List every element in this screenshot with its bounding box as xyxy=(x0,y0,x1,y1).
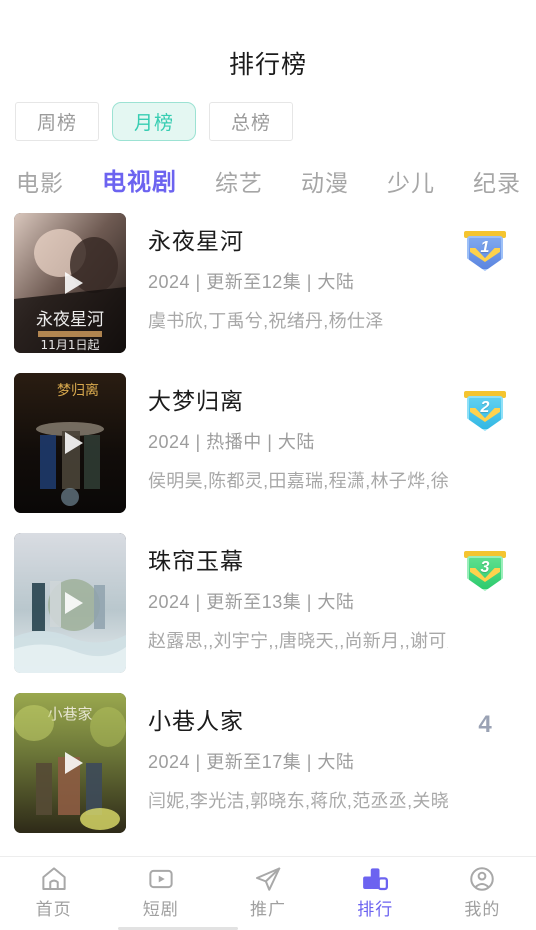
item-info: 珠帘玉幕 2024 | 更新至13集 | 大陆 赵露思,,刘宇宁,,唐晓天,,尚… xyxy=(126,533,448,652)
play-icon xyxy=(65,752,83,774)
item-title: 珠帘玉幕 xyxy=(148,548,244,574)
play-icon xyxy=(65,272,83,294)
home-indicator xyxy=(0,926,536,930)
nav-item-profile-label: 我的 xyxy=(464,899,501,919)
item-title: 小巷人家 xyxy=(148,708,244,734)
item-info: 永夜星河 2024 | 更新至12集 | 大陆 虞书欣,丁禹兮,祝绪丹,杨仕泽 xyxy=(126,213,448,332)
nav-item-ranking-label: 排行 xyxy=(357,899,394,919)
tab-anime[interactable]: 动漫 xyxy=(301,168,349,198)
user-circle-icon xyxy=(470,866,495,891)
period-filter-week[interactable]: 周榜 xyxy=(15,102,99,141)
bottom-navigation-bar: 首页 短剧 推广 排行 我的 xyxy=(0,856,536,930)
list-item[interactable]: 珠帘玉幕 2024 | 更新至13集 | 大陆 赵露思,,刘宇宁,,唐晓天,,尚… xyxy=(0,523,536,683)
item-info: 小巷人家 2024 | 更新至17集 | 大陆 闫妮,李光洁,郭晓东,蒋欣,范丞… xyxy=(126,693,448,812)
rank-indicator: 3 xyxy=(448,533,522,591)
item-title: 永夜星河 xyxy=(148,228,244,254)
tab-documentary[interactable]: 纪录 xyxy=(473,168,521,198)
svg-text:永夜星河: 永夜星河 xyxy=(36,310,104,330)
item-cast: 侯明昊,陈都灵,田嘉瑞,程潇,林子烨,徐振轩,... xyxy=(148,471,448,491)
rank-number: 3 xyxy=(480,559,490,576)
tab-tv-series[interactable]: 电视剧 xyxy=(102,168,177,198)
nav-item-home[interactable]: 首页 xyxy=(0,857,107,930)
period-filter-group: 周榜 月榜 总榜 xyxy=(0,80,536,141)
rank-badge-icon: 3 xyxy=(464,551,506,591)
nav-item-ranking[interactable]: 排行 xyxy=(322,857,429,930)
tab-variety[interactable]: 综艺 xyxy=(215,168,263,198)
bar-chart-icon xyxy=(363,867,389,890)
rank-badge-icon: 2 xyxy=(464,391,506,431)
video-icon xyxy=(149,869,173,888)
item-cast: 闫妮,李光洁,郭晓东,蒋欣,范丞丞,关晓彤,王... xyxy=(148,791,448,811)
home-icon xyxy=(41,866,66,890)
list-item[interactable]: 梦归离 大梦归离 2024 | 热播中 | 大陆 侯明昊,陈都灵,田嘉瑞,程潇,… xyxy=(0,363,536,523)
period-filter-month-label: 月榜 xyxy=(133,113,174,134)
item-meta: 2024 | 热播中 | 大陆 xyxy=(148,432,315,452)
nav-item-promotion[interactable]: 推广 xyxy=(214,857,321,930)
poster-thumbnail[interactable]: 小巷家 xyxy=(14,693,126,833)
nav-item-profile[interactable]: 我的 xyxy=(429,857,536,930)
rank-number: 2 xyxy=(480,399,490,416)
nav-item-short-drama-label: 短剧 xyxy=(142,899,179,919)
rank-number: 1 xyxy=(480,239,490,256)
nav-item-promotion-label: 推广 xyxy=(250,899,286,919)
tab-movie[interactable]: 电影 xyxy=(16,168,64,198)
item-meta: 2024 | 更新至12集 | 大陆 xyxy=(148,272,355,292)
nav-item-short-drama[interactable]: 短剧 xyxy=(107,857,214,930)
item-info: 大梦归离 2024 | 热播中 | 大陆 侯明昊,陈都灵,田嘉瑞,程潇,林子烨,… xyxy=(126,373,448,492)
poster-thumbnail[interactable]: 永夜星河 11月1日起 xyxy=(14,213,126,353)
svg-text:梦归离: 梦归离 xyxy=(57,382,99,399)
item-meta: 2024 | 更新至13集 | 大陆 xyxy=(148,592,355,612)
poster-thumbnail[interactable] xyxy=(14,533,126,673)
item-cast: 赵露思,,刘宇宁,,唐晓天,,尚新月,,谢可寅,,唐... xyxy=(148,631,448,651)
period-filter-total[interactable]: 总榜 xyxy=(209,102,293,141)
svg-text:11月1日起: 11月1日起 xyxy=(41,338,100,352)
tab-kids[interactable]: 少儿 xyxy=(387,168,435,198)
item-title: 大梦归离 xyxy=(148,388,244,414)
rank-indicator: 2 xyxy=(448,373,522,431)
paper-plane-icon xyxy=(256,867,281,891)
svg-text:小巷家: 小巷家 xyxy=(47,705,92,723)
poster-thumbnail[interactable]: 梦归离 xyxy=(14,373,126,513)
rank-indicator: 1 xyxy=(448,213,522,271)
period-filter-week-label: 周榜 xyxy=(36,113,77,134)
play-icon xyxy=(65,592,83,614)
list-item[interactable]: 小巷家 小巷人家 2024 | 更新至17集 | 大陆 闫妮,李光洁,郭晓东,蒋… xyxy=(0,683,536,843)
period-filter-month[interactable]: 月榜 xyxy=(112,102,196,141)
page-title: 排行榜 xyxy=(228,51,307,79)
item-meta: 2024 | 更新至17集 | 大陆 xyxy=(148,752,355,772)
play-icon xyxy=(65,432,83,454)
ranking-list: 永夜星河 11月1日起 永夜星河 2024 | 更新至12集 | 大陆 虞书欣,… xyxy=(0,203,536,843)
category-tab-bar[interactable]: 电影 电视剧 综艺 动漫 少儿 纪录 xyxy=(0,141,536,203)
nav-item-home-label: 首页 xyxy=(35,899,72,919)
rank-number: 4 xyxy=(478,711,492,738)
period-filter-total-label: 总榜 xyxy=(230,113,271,134)
rank-indicator: 4 xyxy=(448,693,522,739)
item-cast: 虞书欣,丁禹兮,祝绪丹,杨仕泽 xyxy=(148,311,384,331)
list-item[interactable]: 永夜星河 11月1日起 永夜星河 2024 | 更新至12集 | 大陆 虞书欣,… xyxy=(0,203,536,363)
rank-badge-icon: 1 xyxy=(464,231,506,271)
